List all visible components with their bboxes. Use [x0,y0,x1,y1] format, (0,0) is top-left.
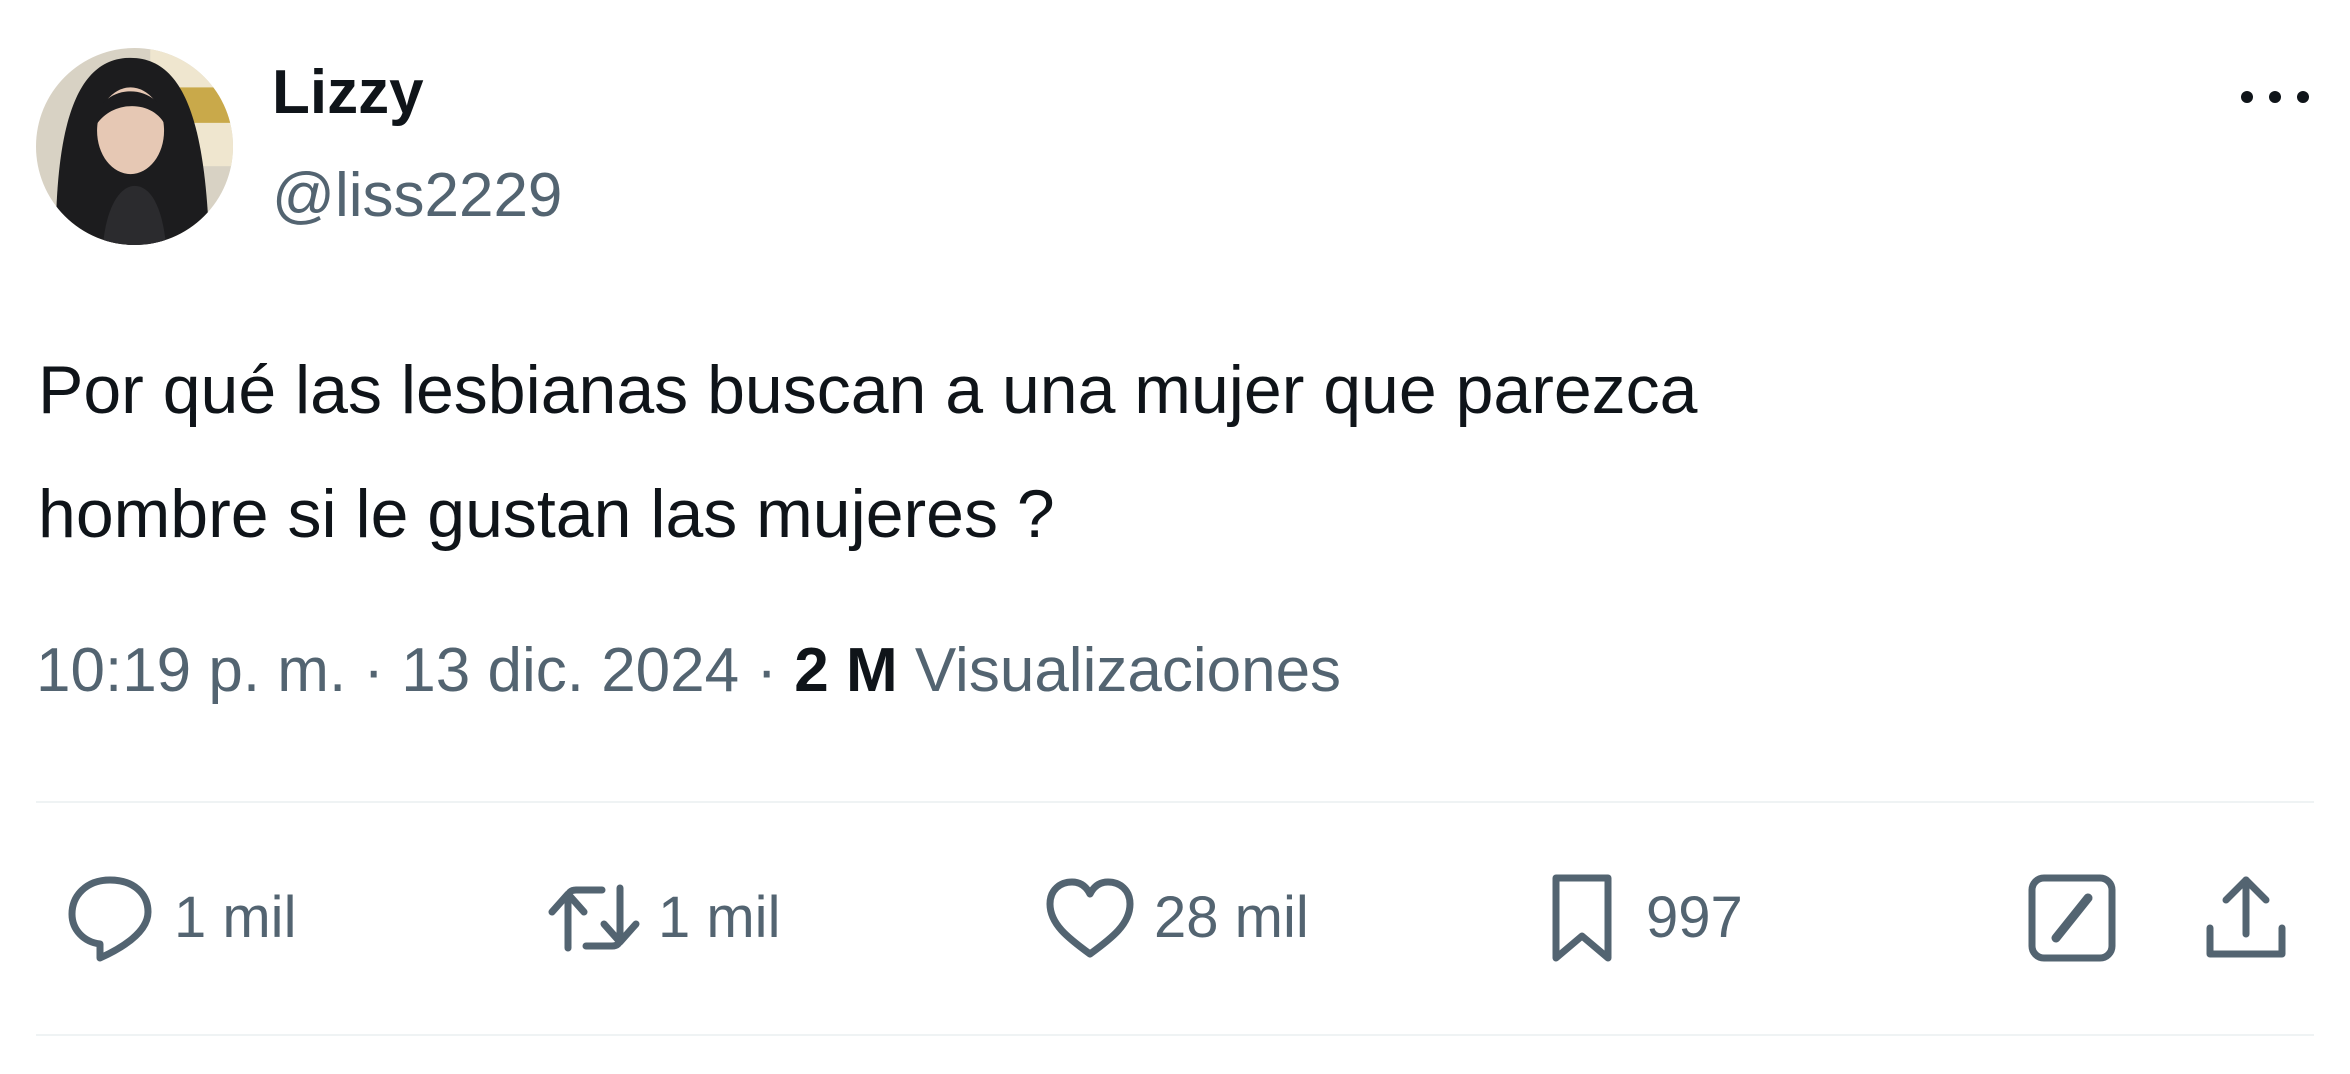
views-label: Visualizaciones [914,636,1342,705]
avatar[interactable] [36,48,233,245]
reply-button[interactable]: 1 mil [60,868,296,968]
tweet-text: Por qué las lesbianas buscan a una mujer… [38,328,2238,576]
bookmark-icon [1552,874,1612,962]
bookmark-button[interactable]: 997 [1532,868,1743,968]
avatar-image [36,48,233,245]
tweet-meta: 10:19 p. m. · 13 dic. 2024 · 2 M Visuali… [36,640,1341,702]
reply-icon [68,876,152,962]
retweet-count: 1 mil [658,885,781,950]
tweet-date[interactable]: 13 dic. 2024 [401,636,739,705]
retweet-button[interactable]: 1 mil [544,868,780,968]
share-icon [2206,876,2286,958]
divider [36,1034,2314,1036]
like-count: 28 mil [1154,885,1309,950]
divider [36,801,2314,803]
heart-icon [1046,878,1134,958]
grok-button[interactable] [2022,868,2122,968]
tweet-text-line: hombre si le gustan las mujeres ? [38,476,1055,552]
tweet-time[interactable]: 10:19 p. m. [36,636,346,705]
author-display-name[interactable]: Lizzy [272,62,424,124]
more-dots-icon [2241,91,2309,103]
like-button[interactable]: 28 mil [1040,868,1309,968]
bookmark-count: 997 [1646,885,1743,950]
share-button[interactable] [2196,868,2296,968]
more-options-button[interactable] [2238,82,2312,112]
retweet-icon [548,884,640,952]
grok-icon [2028,874,2116,962]
views-count: 2 M [794,636,898,705]
reply-count: 1 mil [174,885,297,950]
tweet-text-line: Por qué las lesbianas buscan a una mujer… [38,352,1698,428]
author-handle[interactable]: @liss2229 [272,165,562,227]
meta-separator: · [739,636,795,705]
meta-separator: · [346,636,402,705]
